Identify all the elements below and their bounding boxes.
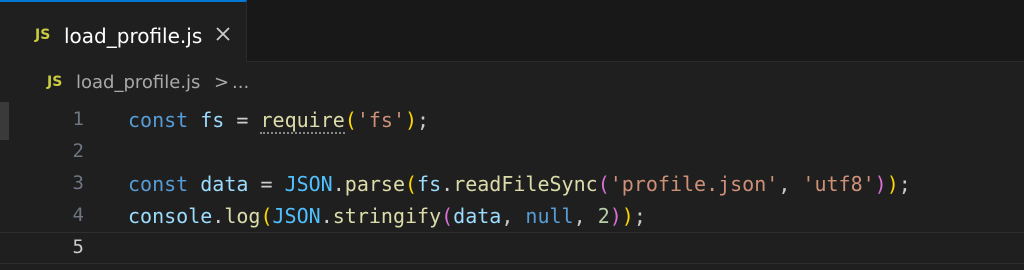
line-number: 2: [72, 140, 84, 162]
javascript-file-icon: JS: [47, 74, 63, 90]
code-text: const data = JSON.parse(fs.readFileSync(…: [128, 172, 911, 196]
breadcrumb: JS load_profile.js > ...: [0, 62, 1024, 100]
line-number: 5: [72, 236, 84, 258]
line-number: 1: [72, 108, 84, 130]
chevron-right-icon: >: [214, 72, 230, 93]
tab-label: load_profile.js: [64, 24, 203, 48]
code-line[interactable]: 4 console.log(JSON.stringify(data, null,…: [0, 200, 1024, 232]
code-line-current[interactable]: 5: [0, 232, 1024, 264]
tab-bar: JS load_profile.js: [0, 0, 1024, 62]
code-editor[interactable]: 1 const fs = require('fs'); 2 3 const da…: [0, 100, 1024, 270]
line-number: 4: [72, 204, 84, 226]
code-line[interactable]: 1 const fs = require('fs');: [0, 104, 1024, 136]
line-number: 3: [72, 172, 84, 194]
javascript-file-icon: JS: [35, 27, 51, 43]
code-line[interactable]: 3 const data = JSON.parse(fs.readFileSyn…: [0, 168, 1024, 200]
close-icon[interactable]: [213, 24, 233, 44]
breadcrumb-file[interactable]: load_profile.js: [76, 72, 200, 93]
code-text: const fs = require('fs');: [128, 108, 430, 134]
breadcrumb-more[interactable]: ...: [232, 72, 249, 93]
code-text: console.log(JSON.stringify(data, null, 2…: [128, 204, 646, 228]
code-line[interactable]: 2: [0, 136, 1024, 168]
tab-load-profile[interactable]: JS load_profile.js: [0, 0, 247, 62]
